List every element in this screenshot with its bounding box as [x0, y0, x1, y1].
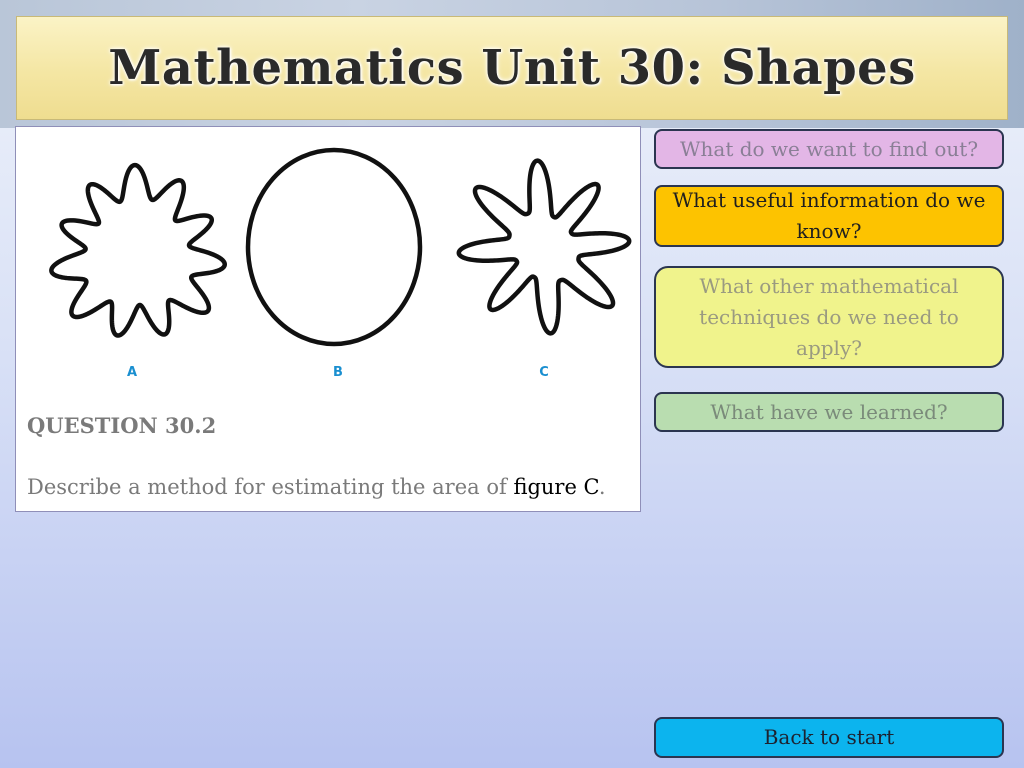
page-title: Mathematics Unit 30: Shapes — [108, 40, 916, 96]
useful-info-button[interactable]: What useful information do we know? — [654, 185, 1004, 247]
figure-c-label: C — [539, 365, 549, 380]
question-text-main: Describe a method for estimating the are… — [27, 475, 514, 499]
figure-b-label: B — [333, 365, 343, 380]
useful-info-label: What useful information do we know? — [672, 188, 986, 243]
question-panel: A B C QUESTION 30.2 Describe a method fo… — [15, 126, 641, 512]
find-out-button[interactable]: What do we want to find out? — [654, 129, 1004, 169]
techniques-label: What other mathematical techniques do we… — [699, 273, 959, 360]
question-number: QUESTION 30.2 — [27, 413, 217, 438]
question-text-end: . — [598, 475, 606, 499]
figure-a-label: A — [127, 365, 137, 380]
figure-c-shape — [456, 158, 632, 336]
learned-button[interactable]: What have we learned? — [654, 392, 1004, 432]
learned-label: What have we learned? — [710, 399, 948, 424]
find-out-label: What do we want to find out? — [679, 136, 979, 161]
figure-a-shape — [49, 162, 228, 338]
techniques-button[interactable]: What other mathematical techniques do we… — [654, 266, 1004, 368]
figures-illustration: A B C — [49, 147, 632, 380]
question-text: Describe a method for estimating the are… — [27, 475, 606, 499]
title-banner: Mathematics Unit 30: Shapes — [16, 16, 1008, 120]
question-text-highlight: figure C — [513, 475, 599, 499]
back-to-start-button[interactable]: Back to start — [654, 717, 1004, 758]
figure-b-shape — [245, 147, 423, 347]
back-to-start-label: Back to start — [763, 725, 895, 749]
